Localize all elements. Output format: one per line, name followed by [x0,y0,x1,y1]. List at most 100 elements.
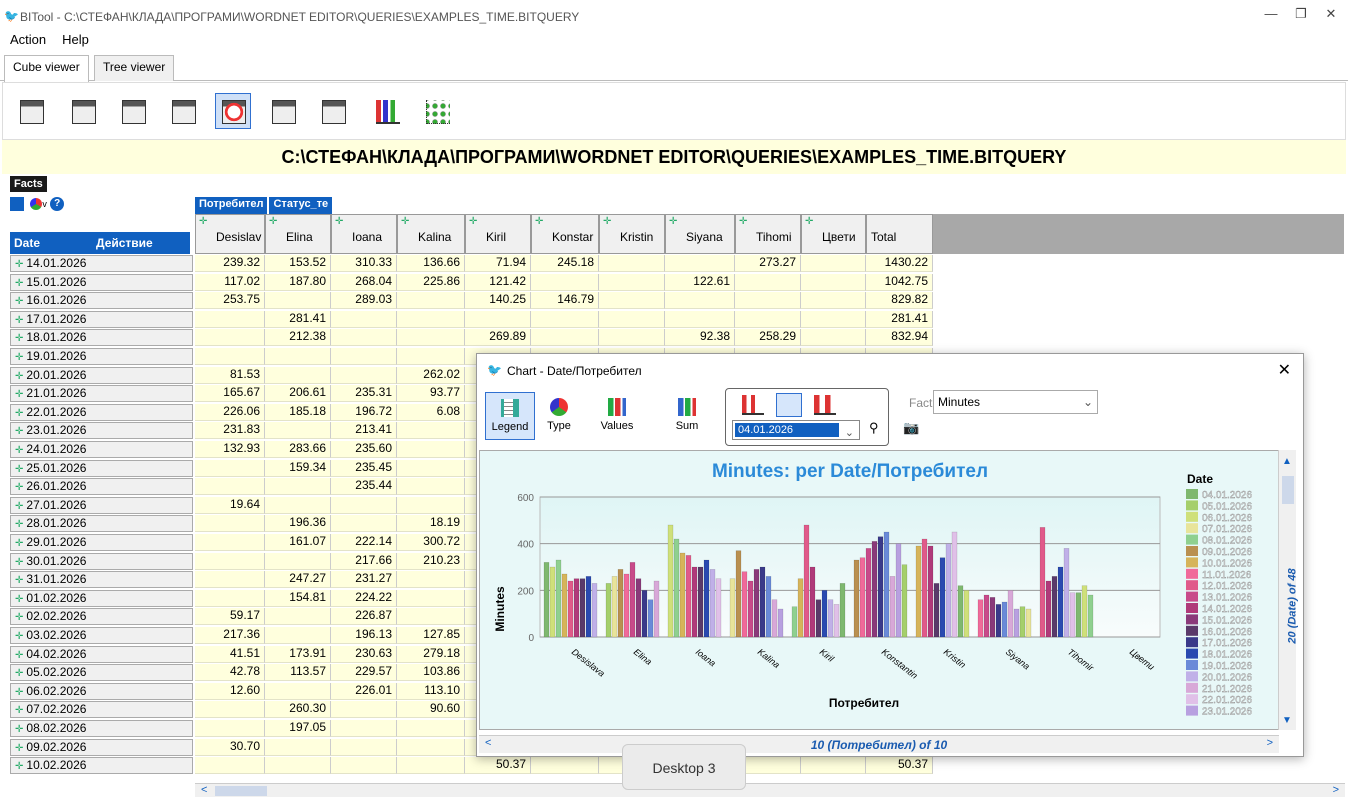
bar[interactable] [1051,576,1058,638]
bar[interactable] [623,573,630,638]
bar[interactable] [629,562,636,638]
table-cell[interactable] [331,757,397,775]
type-button[interactable]: Type [539,392,579,440]
table-cell[interactable] [397,496,465,514]
expand-icon[interactable]: ✛ [15,464,23,475]
row-header[interactable]: ✛ 31.01.2026 [10,571,193,589]
legend-entry[interactable]: 23.01.2026 [1202,706,1253,718]
table-cell[interactable]: 235.60 [331,441,397,458]
bar-chart-button[interactable] [369,93,405,129]
table-cell[interactable] [397,441,465,458]
table-cell[interactable]: 235.45 [331,459,397,477]
hide-empty-button[interactable] [215,93,251,129]
table-cell[interactable] [801,255,866,272]
table-cell[interactable]: 206.61 [265,385,331,403]
bar[interactable] [703,559,710,638]
expand-icon[interactable]: ✛ [15,687,23,698]
table-cell[interactable] [397,459,465,477]
table-cell[interactable]: 258.29 [735,329,801,347]
table-cell[interactable] [265,478,331,496]
stacked-bar-chart-icon[interactable] [814,395,836,415]
table-cell[interactable] [397,329,465,347]
table-cell[interactable] [331,496,397,514]
tab-cube-viewer[interactable]: Cube viewer [4,55,89,82]
table-cell[interactable]: 6.08 [397,403,465,421]
table-cell[interactable] [397,292,465,310]
table-cell[interactable] [331,348,397,365]
expand-icon[interactable]: ✛ [469,216,477,227]
expand-icon[interactable]: ✛ [15,352,23,363]
bar[interactable] [803,524,810,638]
row-header[interactable]: ✛ 18.01.2026 [10,329,193,347]
row-header[interactable]: ✛ 24.01.2026 [10,441,193,458]
dropdown-icon[interactable]: v [42,199,47,209]
column-header[interactable]: ✛ Ioana [331,214,397,254]
table-cell[interactable]: 41.51 [195,645,265,663]
table-cell[interactable]: 187.80 [265,273,331,291]
table-cell[interactable] [397,720,465,737]
bar[interactable] [859,557,866,638]
table-cell[interactable]: 154.81 [265,589,331,607]
bar[interactable] [951,531,958,638]
tab-tree-viewer[interactable]: Tree viewer [94,55,175,81]
table-cell[interactable]: 273.27 [735,255,801,272]
table-cell[interactable]: 226.06 [195,403,265,421]
bar[interactable] [549,566,556,638]
bar[interactable] [653,580,660,638]
bar[interactable] [945,543,952,638]
column-header[interactable]: ✛ Konstar [531,214,599,254]
table-cell[interactable] [195,310,265,328]
table-cell[interactable] [195,552,265,570]
legend-entry[interactable]: 08.01.2026 [1202,535,1253,547]
table-cell[interactable] [331,329,397,347]
row-header[interactable]: ✛ 16.01.2026 [10,292,193,310]
row-header[interactable]: ✛ 27.01.2026 [10,496,193,514]
table-cell[interactable] [397,478,465,496]
expand-icon[interactable]: ✛ [335,216,343,227]
bar[interactable] [889,576,896,638]
bar[interactable] [995,604,1002,638]
legend-entry[interactable]: 20.01.2026 [1202,672,1253,683]
table-cell[interactable]: 136.66 [397,255,465,272]
expand-icon[interactable]: ✛ [15,259,23,270]
percent-col-button[interactable] [65,93,101,129]
expand-icon[interactable]: ✛ [15,557,23,568]
table-cell[interactable] [265,627,331,644]
table-cell[interactable]: 71.94 [465,255,531,272]
table-cell[interactable] [265,422,331,440]
column-header[interactable]: ✛ Tihomi [735,214,801,254]
bar[interactable] [1075,592,1082,638]
column-dimension[interactable]: Статус_те [269,197,333,214]
table-cell[interactable]: 300.72 [397,534,465,551]
table-cell[interactable]: 217.36 [195,627,265,644]
table-cell[interactable]: 93.77 [397,385,465,403]
restore-button[interactable]: ❐ [1286,6,1316,26]
table-cell[interactable] [331,515,397,533]
bar[interactable] [1069,592,1076,638]
table-cell[interactable]: 50.37 [866,757,933,775]
expand-icon[interactable]: ✛ [739,216,747,227]
bar[interactable] [1063,548,1070,638]
chart-vertical-scrollbar[interactable]: ▲ 20 (Date) of 48 ▼ [1278,450,1299,730]
bar[interactable] [759,566,766,638]
decimals-up-button[interactable] [265,93,301,129]
expand-icon[interactable]: ✛ [669,216,677,227]
table-cell[interactable] [599,329,665,347]
bar[interactable] [697,566,704,638]
table-cell[interactable]: 262.02 [397,366,465,384]
column-header[interactable]: ✛ Цвети [801,214,866,254]
expand-icon[interactable]: ✛ [15,724,23,735]
expand-icon[interactable]: ✛ [15,594,23,605]
scroll-up-icon[interactable]: ▲ [1282,456,1292,467]
bar[interactable] [827,599,834,638]
table-cell[interactable]: 122.61 [665,273,735,291]
table-cell[interactable]: 42.78 [195,664,265,682]
table-cell[interactable] [801,292,866,310]
table-cell[interactable]: 210.23 [397,552,465,570]
sum-button[interactable]: Sum [667,392,707,440]
expand-icon[interactable]: ✛ [603,216,611,227]
table-cell[interactable]: 230.63 [331,645,397,663]
table-cell[interactable]: 127.85 [397,627,465,644]
legend-entry[interactable]: 06.01.2026 [1202,513,1253,524]
table-cell[interactable] [265,366,331,384]
